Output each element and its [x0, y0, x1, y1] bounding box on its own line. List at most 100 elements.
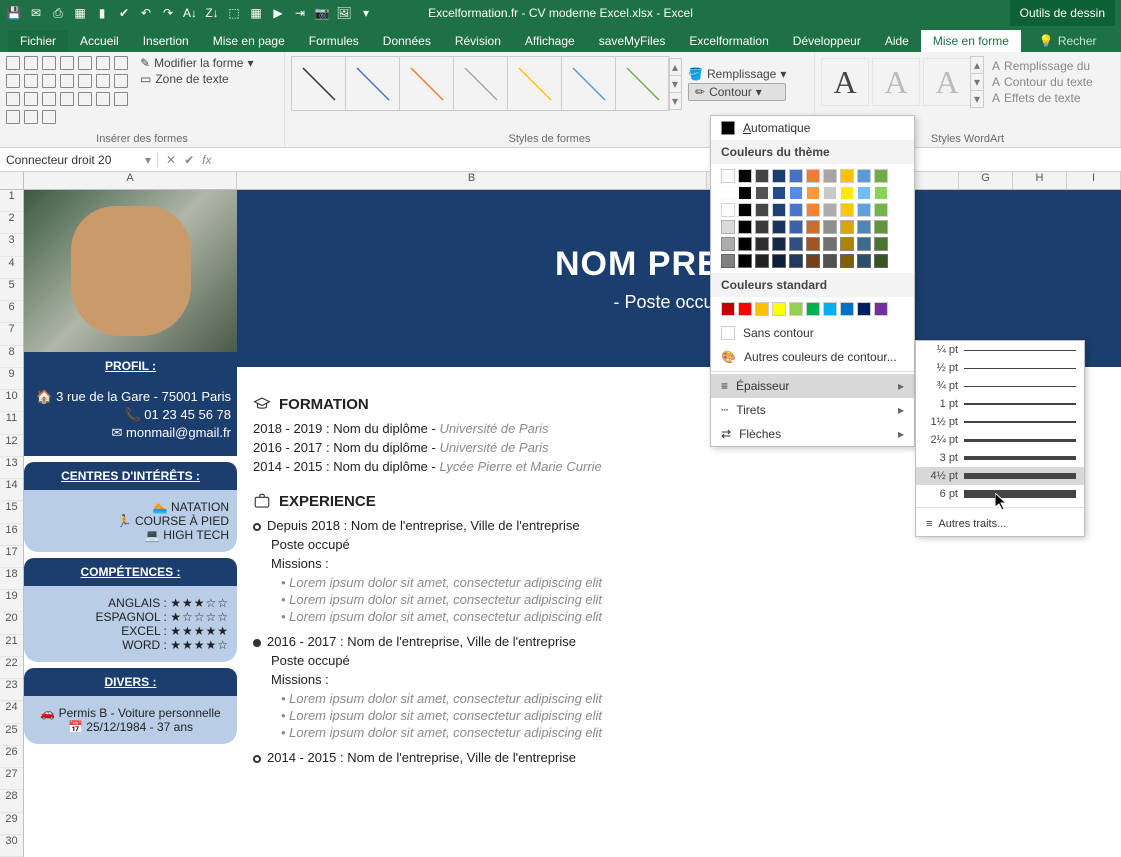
cancel-icon[interactable]: ✕ — [166, 153, 176, 167]
cv-photo — [24, 190, 237, 352]
tab-formules[interactable]: Formules — [297, 30, 371, 52]
tell-me[interactable]: 💡Recher — [1027, 30, 1109, 52]
tab-savemyfiles[interactable]: saveMyFiles — [587, 30, 678, 52]
outline-thickness[interactable]: ≡Épaisseur▸ — [711, 374, 914, 398]
calendar-icon: 📅 — [68, 720, 83, 734]
thickness-option[interactable]: 3 pt — [916, 449, 1084, 467]
wordart-gallery[interactable]: A A A — [821, 58, 970, 106]
thickness-option[interactable]: 1 pt — [916, 395, 1084, 413]
select-all-corner[interactable] — [0, 172, 24, 189]
name-box[interactable]: Connecteur droit 20▾ — [0, 153, 158, 167]
cv-name: NOM PRENOM — [237, 245, 1121, 284]
camera-icon[interactable]: 📷 — [314, 5, 330, 21]
tab-affichage[interactable]: Affichage — [513, 30, 587, 52]
chevron-down-icon: ▾ — [780, 67, 786, 81]
sort-asc-icon[interactable]: A↓ — [182, 5, 198, 21]
swim-icon: 🏊 — [153, 500, 168, 514]
tab-accueil[interactable]: Accueil — [68, 30, 131, 52]
wa-gallery-up-icon[interactable]: ▴ — [971, 57, 983, 74]
wa-gallery-down-icon[interactable]: ▾ — [971, 74, 983, 91]
chevron-down-icon: ▾ — [247, 56, 253, 70]
save-icon[interactable]: 💾 — [6, 5, 22, 21]
weight-icon: ≡ — [926, 518, 932, 530]
gallery-up-icon[interactable]: ▴ — [669, 59, 681, 76]
shape-fill-button[interactable]: 🪣Remplissage▾ — [688, 67, 786, 81]
chevron-down-icon: ▾ — [756, 85, 762, 99]
cv-sidebar: PROFIL : 🏠 3 rue de la Gare - 75001 Pari… — [24, 190, 237, 857]
interests-list: 🏊 NATATION 🏃 COURSE À PIED 💻 HIGH TECH — [24, 490, 237, 552]
mail-icon[interactable]: ✉ — [28, 5, 44, 21]
wordart-effects-button[interactable]: AEffets de texte — [992, 91, 1093, 105]
run-icon: 🏃 — [117, 514, 132, 528]
std-colors-grid[interactable] — [711, 297, 914, 321]
tab-revision[interactable]: Révision — [443, 30, 513, 52]
edit-shape-icon: ✎ — [140, 56, 150, 70]
titlebar: 💾 ✉ ⎙ ▦ ▮ ✔ ↶ ↷ A↓ Z↓ ⬚ ▦ ▶ ⇥ 📷 🖼 ▾ Exce… — [0, 0, 1121, 26]
dashes-icon: ┄ — [721, 403, 728, 417]
wordart-outline-button[interactable]: AContour du texte — [992, 75, 1093, 89]
fx-icon[interactable]: fx — [202, 153, 211, 167]
outline-arrows[interactable]: ⇄Flèches▸ — [711, 422, 914, 446]
more-lines[interactable]: ≡Autres traits... — [916, 512, 1084, 536]
thickness-option[interactable]: 1½ pt — [916, 413, 1084, 431]
freeze-icon[interactable]: ▦ — [248, 5, 264, 21]
text-zone-button[interactable]: ▭Zone de texte — [140, 72, 253, 86]
spell-icon[interactable]: ✔ — [116, 5, 132, 21]
outline-color-menu[interactable]: Automatique Couleurs du thème Couleurs s… — [710, 115, 915, 447]
picture-icon[interactable]: 🖼 — [336, 5, 352, 21]
wordart-fill-button[interactable]: ARemplissage du — [992, 59, 1093, 73]
tab-excelformation[interactable]: Excelformation — [677, 30, 780, 52]
tab-aide[interactable]: Aide — [873, 30, 921, 52]
outline-dashes[interactable]: ┄Tirets▸ — [711, 398, 914, 422]
shape-outline-button[interactable]: ✏Contour▾ — [688, 83, 786, 101]
color-auto[interactable]: Automatique — [711, 116, 914, 140]
tab-mise-en-forme[interactable]: Mise en forme — [921, 30, 1021, 52]
bulb-icon: 💡 — [1039, 34, 1054, 48]
theme-colors-header: Couleurs du thème — [711, 140, 914, 164]
table-icon[interactable]: ▦ — [72, 5, 88, 21]
context-tools-label: Outils de dessin — [1010, 0, 1115, 26]
qat-dropdown-icon[interactable]: ▾ — [358, 5, 374, 21]
row-headers[interactable]: 1234567891011121314151617181920212223242… — [0, 190, 24, 857]
thickness-option[interactable]: ¼ pt — [916, 341, 1084, 359]
ribbon-tabs: Fichier Accueil Insertion Mise en page F… — [0, 26, 1121, 52]
fill-icon: 🪣 — [688, 67, 703, 81]
shape-styles-gallery[interactable] — [291, 56, 669, 111]
selection-icon[interactable]: ⬚ — [226, 5, 242, 21]
column-headers[interactable]: A B G H I — [0, 172, 1121, 190]
thickness-option[interactable]: ½ pt — [916, 359, 1084, 377]
tab-developpeur[interactable]: Développeur — [781, 30, 873, 52]
pencil-icon: ✏ — [695, 85, 705, 99]
enter-icon[interactable]: ✔ — [184, 153, 194, 167]
thickness-option[interactable]: 2¼ pt — [916, 431, 1084, 449]
no-outline[interactable]: Sans contour — [711, 321, 914, 345]
sort-desc-icon[interactable]: Z↓ — [204, 5, 220, 21]
weight-icon: ≡ — [721, 379, 728, 393]
gallery-down-icon[interactable]: ▾ — [669, 76, 681, 93]
shapes-gallery[interactable] — [6, 56, 136, 124]
tab-insertion[interactable]: Insertion — [131, 30, 201, 52]
chevron-down-icon[interactable]: ▾ — [145, 153, 151, 167]
tab-mise-en-page[interactable]: Mise en page — [201, 30, 297, 52]
thickness-option[interactable]: ¾ pt — [916, 377, 1084, 395]
theme-colors-grid[interactable] — [711, 164, 914, 273]
more-outline-colors[interactable]: 🎨Autres couleurs de contour... — [711, 345, 914, 369]
wa-gallery-more-icon[interactable]: ▾ — [971, 91, 983, 107]
formula-bar: Connecteur droit 20▾ ✕ ✔ fx — [0, 148, 1121, 172]
car-icon: 🚗 — [40, 706, 55, 720]
arrows-icon: ⇄ — [721, 427, 731, 441]
formula-input[interactable] — [219, 152, 1121, 167]
undo-icon[interactable]: ↶ — [138, 5, 154, 21]
laptop-icon: 💻 — [145, 528, 160, 542]
gallery-more-icon[interactable]: ▾ — [669, 93, 681, 109]
group-icon[interactable]: ⇥ — [292, 5, 308, 21]
quickprint-icon[interactable]: ⎙ — [50, 5, 66, 21]
tab-donnees[interactable]: Données — [371, 30, 443, 52]
chart-icon[interactable]: ▮ — [94, 5, 110, 21]
redo-icon[interactable]: ↷ — [160, 5, 176, 21]
tab-fichier[interactable]: Fichier — [8, 30, 68, 52]
thickness-option[interactable]: 4½ pt — [916, 467, 1084, 485]
skills-list: ANGLAIS : ★★★☆☆ESPAGNOL : ★☆☆☆☆EXCEL : ★… — [24, 586, 237, 662]
macro-icon[interactable]: ▶ — [270, 5, 286, 21]
modify-shape-button[interactable]: ✎Modifier la forme▾ — [140, 56, 253, 70]
